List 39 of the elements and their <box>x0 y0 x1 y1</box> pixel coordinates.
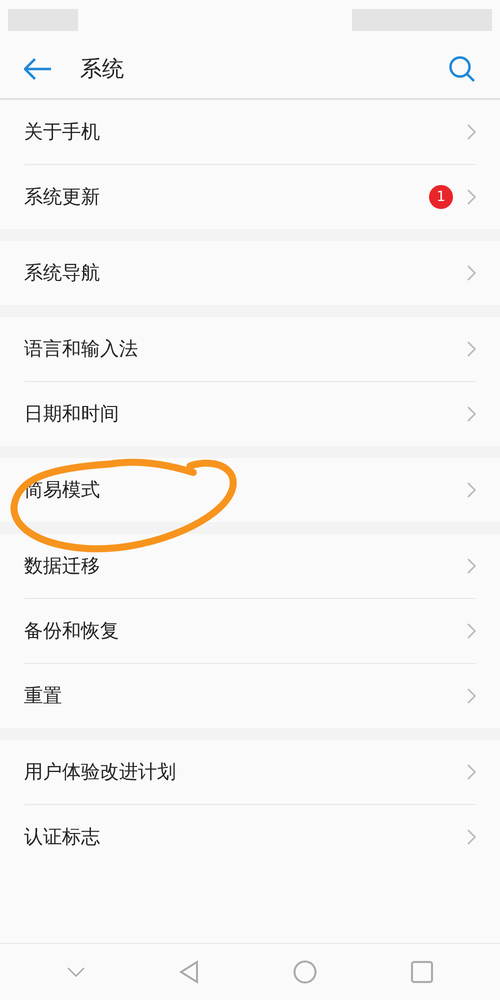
settings-item[interactable]: 重置 <box>0 664 500 728</box>
chevron-right-icon <box>467 688 476 704</box>
item-label: 日期和时间 <box>24 402 120 427</box>
settings-item[interactable]: 认证标志 <box>0 805 500 869</box>
chevron-right-icon <box>467 124 476 140</box>
back-nav-button[interactable] <box>179 960 199 984</box>
back-button[interactable] <box>24 58 52 80</box>
chevron-right-icon <box>467 558 476 574</box>
settings-item[interactable]: 语言和输入法 <box>0 317 500 381</box>
settings-item[interactable]: 系统导航 <box>0 241 500 305</box>
item-label: 关于手机 <box>24 120 101 145</box>
collapse-button[interactable] <box>67 967 85 977</box>
item-label: 系统导航 <box>24 261 101 286</box>
settings-item[interactable]: 用户体验改进计划 <box>0 740 500 804</box>
chevron-right-icon <box>467 623 476 639</box>
chevron-right-icon <box>467 482 476 498</box>
item-label: 用户体验改进计划 <box>24 760 177 785</box>
settings-item[interactable]: 数据迁移 <box>0 534 500 598</box>
item-label: 备份和恢复 <box>24 619 120 644</box>
settings-item[interactable]: 系统更新 1 <box>0 165 500 229</box>
home-button[interactable] <box>293 960 317 984</box>
recents-button[interactable] <box>411 961 433 983</box>
settings-item[interactable]: 备份和恢复 <box>0 599 500 663</box>
chevron-right-icon <box>467 189 476 205</box>
item-label: 数据迁移 <box>24 554 101 579</box>
item-label: 重置 <box>24 684 63 709</box>
item-label: 认证标志 <box>24 825 101 850</box>
chevron-right-icon <box>467 764 476 780</box>
chevron-right-icon <box>467 341 476 357</box>
settings-item[interactable]: 关于手机 <box>0 100 500 164</box>
settings-item[interactable]: 日期和时间 <box>0 382 500 446</box>
item-label: 系统更新 <box>24 185 101 210</box>
chevron-right-icon <box>467 406 476 422</box>
search-button[interactable] <box>448 55 476 83</box>
chevron-right-icon <box>467 265 476 281</box>
item-label: 语言和输入法 <box>24 337 139 362</box>
chevron-right-icon <box>467 829 476 845</box>
notification-badge: 1 <box>429 185 453 209</box>
page-title: 系统 <box>80 56 125 84</box>
